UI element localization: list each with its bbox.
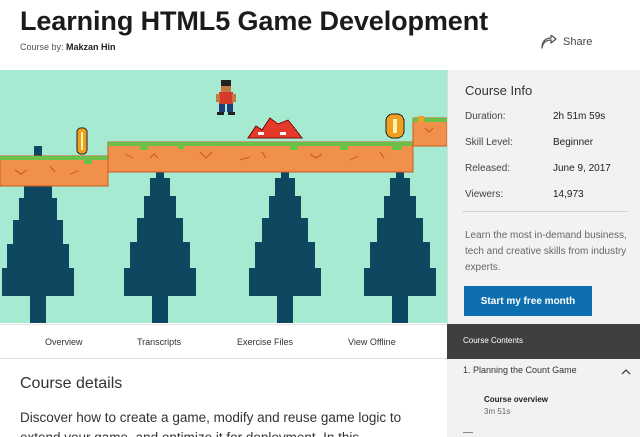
- author-link[interactable]: Makzan Hin: [66, 42, 116, 52]
- chapter-item[interactable]: 1. Planning the Count Game: [463, 365, 577, 375]
- info-value: Beginner: [553, 137, 594, 148]
- tab-exercise-files[interactable]: Exercise Files: [237, 337, 293, 347]
- divider: [462, 211, 627, 212]
- divider: [463, 432, 473, 433]
- chevron-up-icon[interactable]: [621, 368, 631, 375]
- tab-view-offline[interactable]: View Offline: [348, 337, 396, 347]
- share-label: Share: [563, 36, 593, 48]
- page-title: Learning HTML5 Game Development: [20, 6, 488, 36]
- course-info-panel: Course Info Duration: 2h 51m 59s Skill L…: [447, 70, 640, 324]
- info-value: 2h 51m 59s: [553, 111, 606, 122]
- course-header: Learning HTML5 Game Development Course b…: [0, 0, 640, 70]
- info-label: Skill Level:: [465, 137, 513, 148]
- course-preview-image[interactable]: [0, 70, 447, 323]
- share-arrow-icon: [541, 35, 557, 49]
- pixel-game-scene: [0, 70, 447, 323]
- lesson-item[interactable]: Course overview: [484, 395, 548, 404]
- course-contents-header: Course Contents: [447, 324, 640, 359]
- info-label: Released:: [465, 163, 511, 174]
- lesson-duration: 3m 51s: [484, 407, 511, 416]
- course-info-title: Course Info: [465, 83, 533, 98]
- course-tabs: Overview Transcripts Exercise Files View…: [0, 324, 447, 359]
- byline-prefix: Course by:: [20, 42, 64, 52]
- info-label: Duration:: [465, 111, 506, 122]
- tab-transcripts[interactable]: Transcripts: [137, 337, 181, 347]
- start-free-month-button[interactable]: Start my free month: [464, 286, 592, 316]
- course-details-heading: Course details: [20, 375, 123, 392]
- info-label: Viewers:: [465, 189, 504, 200]
- promo-description: Learn the most in-demand business, tech …: [465, 230, 627, 273]
- info-value: June 9, 2017: [553, 163, 611, 174]
- share-button[interactable]: Share: [541, 33, 592, 51]
- tab-overview[interactable]: Overview: [45, 337, 83, 347]
- course-contents-panel: 1. Planning the Count Game Course overvi…: [447, 359, 640, 437]
- info-value: 14,973: [553, 189, 584, 200]
- course-details-text: Discover how to create a game, modify an…: [20, 410, 402, 437]
- byline: Course by: Makzan Hin: [20, 42, 116, 52]
